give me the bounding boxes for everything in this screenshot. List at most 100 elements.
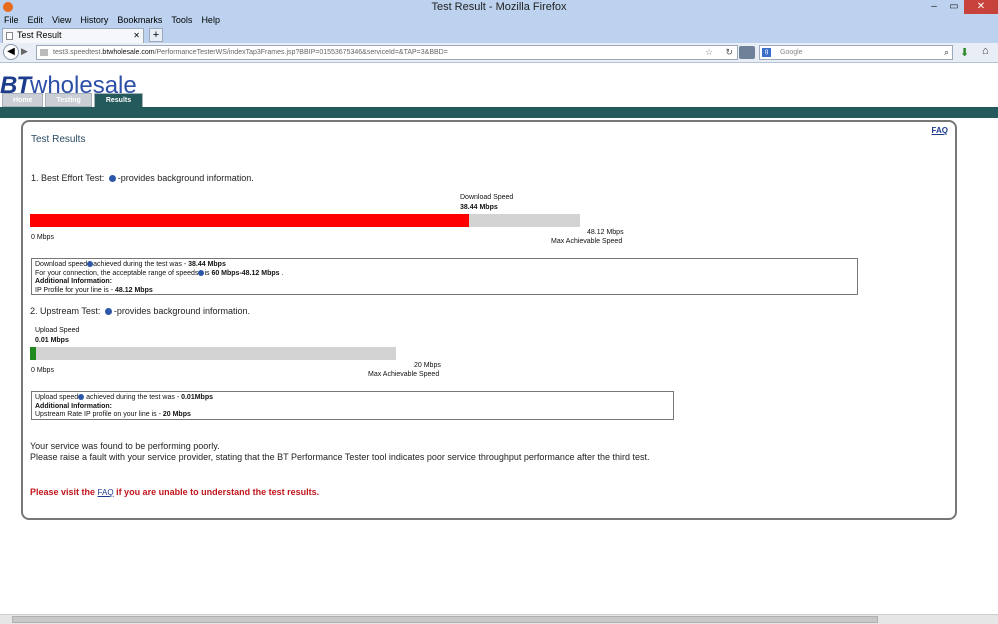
url-bar[interactable]: test3.speedtest.btwholesale.com/Performa…	[36, 45, 738, 60]
info-icon[interactable]	[104, 308, 112, 316]
window-controls: – ▭ ✕	[924, 0, 998, 14]
upload-detail-line2: Additional Information:	[35, 403, 670, 412]
menu-tools[interactable]: Tools	[171, 14, 192, 27]
search-bar[interactable]: g Google ⌕	[759, 45, 953, 60]
menu-history[interactable]: History	[80, 14, 108, 27]
download-speed-bar	[30, 214, 580, 227]
download-detail-line2: For your connection, the acceptable rang…	[35, 270, 854, 279]
bookmark-star-icon[interactable]: ☆	[705, 46, 713, 59]
detail-value: 38.44 Mbps	[188, 261, 226, 268]
close-window-button[interactable]: ✕	[964, 0, 998, 14]
detail-value: 60 Mbps-48.12 Mbps	[211, 269, 280, 277]
menu-file[interactable]: File	[4, 14, 19, 27]
tab-close-icon[interactable]: ✕	[133, 29, 140, 42]
window-titlebar: Test Result - Mozilla Firefox – ▭ ✕	[0, 0, 998, 14]
result-message: Your service was found to be performing …	[30, 441, 649, 463]
detail-text: Upstream Rate IP profile on your line is…	[35, 411, 163, 418]
url-path: /PerformanceTesterWS/indexTap3Frames.jsp…	[154, 49, 448, 56]
forward-icon[interactable]: ▶	[21, 46, 31, 58]
download-max-value: 48.12 Mbps	[587, 229, 624, 236]
upload-max-value: 20 Mbps	[414, 362, 441, 369]
site-nav-tabs: Home Testing Results	[2, 93, 144, 108]
detail-value: 0.01Mbps	[181, 394, 213, 401]
result-message-line1: Your service was found to be performing …	[30, 441, 220, 451]
horizontal-scrollbar[interactable]	[0, 614, 998, 624]
faq-link[interactable]: FAQ	[932, 126, 948, 135]
scrollbar-thumb[interactable]	[12, 616, 878, 623]
download-details-box: Download speed achieved during the test w…	[31, 258, 858, 295]
menu-bookmarks[interactable]: Bookmarks	[117, 14, 162, 27]
upload-speed-bar	[30, 347, 396, 360]
url-domain: btwholesale.com	[102, 49, 155, 56]
download-detail-line3: Additional Information:	[35, 278, 854, 287]
back-button[interactable]: ◀	[3, 44, 19, 60]
detail-text: .	[279, 269, 284, 277]
detail-heading: Additional Information:	[35, 278, 112, 285]
maximize-button[interactable]: ▭	[944, 0, 964, 14]
result-message-line2: Please raise a fault with your service p…	[30, 452, 650, 462]
minimize-button[interactable]: –	[924, 0, 944, 14]
menu-help[interactable]: Help	[201, 14, 220, 27]
tab-test-result[interactable]: Test Result ✕	[2, 28, 144, 43]
url-prefix: test3.speedtest.	[53, 49, 103, 56]
site-identity-icon[interactable]	[40, 49, 48, 56]
download-speed-value: 38.44 Mbps	[460, 204, 498, 211]
site-tab-testing[interactable]: Testing	[45, 93, 92, 107]
test1-heading-text: 1. Best Effort Test:	[31, 173, 105, 183]
tab-label: Test Result	[17, 30, 62, 40]
home-icon[interactable]: ⌂	[982, 45, 989, 57]
upload-detail-line3: Upstream Rate IP profile on your line is…	[35, 411, 670, 420]
upload-detail-line1: Upload speed achieved during the test wa…	[35, 394, 670, 403]
downloads-icon[interactable]: ⬇	[960, 46, 969, 59]
upload-min-label: 0 Mbps	[31, 367, 54, 374]
search-placeholder: Google	[780, 49, 803, 56]
info-icon[interactable]	[108, 175, 116, 183]
upload-details-box: Upload speed achieved during the test wa…	[31, 391, 674, 420]
site-tab-results[interactable]: Results	[93, 93, 144, 108]
page-icon	[6, 32, 13, 40]
faq-notice-post: if you are unable to understand the test…	[113, 487, 320, 497]
upload-speed-label: Upload Speed	[35, 327, 80, 334]
header-band	[0, 107, 998, 118]
page-title: Test Results	[31, 134, 86, 145]
upload-speed-fill	[30, 347, 36, 360]
reload-icon[interactable]: ↻	[725, 46, 733, 59]
upload-speed-value: 0.01 Mbps	[35, 337, 69, 344]
test1-heading-suffix: -provides background information.	[117, 173, 254, 183]
site-tab-home[interactable]: Home	[2, 93, 44, 107]
menu-bar: File Edit View History Bookmarks Tools H…	[0, 14, 998, 27]
menu-view[interactable]: View	[52, 14, 71, 27]
detail-text: For your connection, the acceptable rang…	[35, 269, 199, 277]
detail-value: 48.12 Mbps	[115, 286, 153, 294]
detail-text: IP Profile for your line is -	[35, 286, 116, 294]
search-icon[interactable]: ⌕	[944, 46, 949, 59]
faq-notice: Please visit the FAQ if you are unable t…	[30, 487, 319, 497]
detail-text: Upload speed	[35, 394, 79, 401]
tab-strip: Test Result ✕ +	[0, 27, 998, 43]
bt-wholesale-logo: BTwholesale	[0, 72, 137, 99]
results-panel: Test Results FAQ 1. Best Effort Test: -p…	[21, 120, 957, 520]
download-detail-line4: IP Profile for your line is - 48.12 Mbps	[35, 287, 854, 296]
window-title: Test Result - Mozilla Firefox	[431, 1, 567, 13]
menu-edit[interactable]: Edit	[28, 14, 44, 27]
faq-notice-link[interactable]: FAQ	[98, 488, 114, 497]
new-tab-button[interactable]: +	[149, 28, 163, 42]
test2-heading: 2. Upstream Test: -provides background i…	[30, 306, 250, 316]
download-speed-label: Download Speed	[460, 194, 514, 201]
google-search-icon[interactable]: g	[762, 48, 771, 57]
download-min-label: 0 Mbps	[31, 234, 54, 241]
upload-max-label: Max Achievable Speed	[368, 371, 440, 378]
download-detail-line1: Download speed achieved during the test w…	[35, 261, 854, 270]
download-speed-fill	[30, 214, 470, 227]
test1-heading: 1. Best Effort Test: -provides backgroun…	[31, 173, 254, 183]
detail-heading: Additional Information:	[35, 402, 112, 410]
test2-heading-suffix: -provides background information.	[113, 306, 250, 316]
detail-text: Download speed	[35, 261, 88, 268]
addon-camera-icon[interactable]	[739, 46, 755, 59]
navigation-toolbar: ◀ ▶ test3.speedtest.btwholesale.com/Perf…	[0, 43, 998, 63]
faq-notice-pre: Please visit the	[30, 487, 98, 497]
download-max-label: Max Achievable Speed	[551, 238, 623, 245]
detail-text: achieved during the test was -	[84, 394, 182, 401]
detail-value: 20 Mbps	[162, 411, 191, 418]
test2-heading-text: 2. Upstream Test:	[30, 306, 101, 316]
